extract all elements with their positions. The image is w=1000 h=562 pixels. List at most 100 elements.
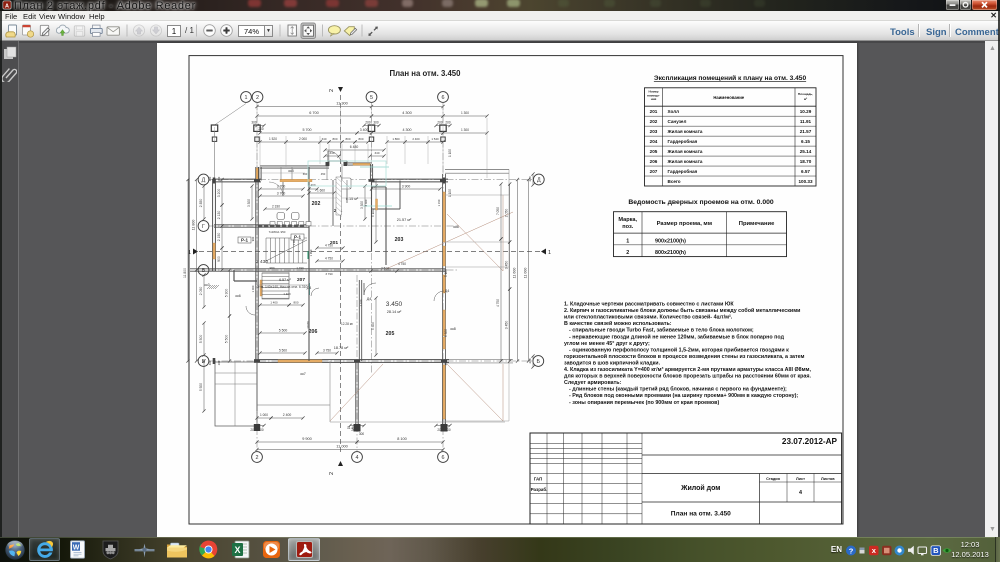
svg-text:2: 2 xyxy=(329,472,335,475)
svg-text:2: 2 xyxy=(626,250,629,256)
svg-text:12.28 м²: 12.28 м² xyxy=(341,322,353,326)
svg-text:200: 200 xyxy=(217,360,221,365)
svg-text:4 750: 4 750 xyxy=(325,244,333,248)
svg-text:2 150: 2 150 xyxy=(217,233,221,242)
svg-text:5 300: 5 300 xyxy=(444,329,448,337)
svg-text:202: 202 xyxy=(312,201,321,207)
svg-text:ок7: ок7 xyxy=(300,372,306,376)
svg-text:2: 2 xyxy=(256,455,259,461)
svg-text:2: 2 xyxy=(256,95,259,101)
svg-text:9 900: 9 900 xyxy=(302,437,312,441)
svg-text:207: 207 xyxy=(297,277,305,283)
svg-text:3 700: 3 700 xyxy=(277,185,286,189)
svg-text:200: 200 xyxy=(365,121,371,125)
svg-text:1 000: 1 000 xyxy=(260,413,268,417)
svg-text:2 510: 2 510 xyxy=(381,267,389,271)
svg-text:2 400: 2 400 xyxy=(283,413,292,417)
svg-text:3 900: 3 900 xyxy=(402,185,411,189)
svg-text:3 700: 3 700 xyxy=(277,192,286,196)
svg-text:Следует армировать:: Следует армировать: xyxy=(564,380,622,386)
svg-text:1: 1 xyxy=(245,95,248,101)
svg-text:450: 450 xyxy=(321,172,326,176)
svg-text:4 750: 4 750 xyxy=(325,257,333,261)
svg-text:Жилой дом: Жилой дом xyxy=(680,484,720,492)
svg-text:1 000: 1 000 xyxy=(292,238,296,245)
svg-text:5 700: 5 700 xyxy=(302,128,311,132)
svg-text:2: 2 xyxy=(329,89,335,92)
svg-text:4: 4 xyxy=(356,455,359,461)
svg-text:Стадия: Стадия xyxy=(766,477,780,481)
svg-text:План на отм. 3.450: План на отм. 3.450 xyxy=(390,69,462,78)
svg-text:Гардеробная: Гардеробная xyxy=(668,138,698,144)
svg-text:205: 205 xyxy=(650,149,658,154)
svg-text:2 400: 2 400 xyxy=(412,137,420,141)
svg-text:- длинные стены (каждый третий: - длинные стены (каждый третий ряд блоко… xyxy=(569,386,787,393)
svg-text:Экспликация помещений к плану: Экспликация помещений к плану на отм. 3.… xyxy=(654,74,807,82)
svg-text:8 100: 8 100 xyxy=(397,437,407,441)
svg-text:10.29: 10.29 xyxy=(800,109,812,114)
svg-text:4 300: 4 300 xyxy=(402,128,411,132)
svg-text:5 100: 5 100 xyxy=(444,269,448,277)
svg-text:2 100: 2 100 xyxy=(359,299,363,306)
svg-text:ния: ния xyxy=(651,97,657,101)
svg-text:3.450: 3.450 xyxy=(386,301,403,308)
svg-text:300: 300 xyxy=(251,121,257,125)
svg-text:7х280х1 950: 7х280х1 950 xyxy=(269,230,286,234)
svg-text:6: 6 xyxy=(442,95,445,101)
svg-text:1 520: 1 520 xyxy=(269,137,277,141)
svg-text:200: 200 xyxy=(445,121,451,125)
svg-text:Санузел: Санузел xyxy=(668,119,687,124)
svg-text:ок6: ок6 xyxy=(235,294,241,298)
svg-text:Размер проема, мм: Размер проема, мм xyxy=(657,221,712,227)
svg-text:Б: Б xyxy=(537,359,541,365)
svg-text:10.80: 10.80 xyxy=(306,321,310,329)
svg-text:4. Кладка из газосиликата Y=40: 4. Кладка из газосиликата Y=400 кг/м³ ар… xyxy=(564,367,812,373)
svg-text:1 150: 1 150 xyxy=(437,199,441,206)
svg-text:1 790: 1 790 xyxy=(296,266,304,270)
svg-text:7 050: 7 050 xyxy=(496,207,500,215)
svg-text:5 500: 5 500 xyxy=(279,349,287,353)
svg-text:Жилая комната: Жилая комната xyxy=(667,129,703,134)
svg-text:5: 5 xyxy=(370,95,373,101)
svg-text:ок5: ок5 xyxy=(288,169,294,173)
svg-text:2. Кирпич и газосиликатные бло: 2. Кирпич и газосиликатные блоки должны … xyxy=(564,307,800,314)
svg-text:для которых в верхней поверхно: для которых в верхней поверхности блоков… xyxy=(564,373,812,380)
svg-text:6.57: 6.57 xyxy=(801,169,810,174)
svg-text:5 500: 5 500 xyxy=(199,335,203,344)
svg-text:2 330: 2 330 xyxy=(272,205,280,209)
svg-text:200: 200 xyxy=(437,121,443,125)
svg-text:2 050: 2 050 xyxy=(199,287,203,296)
svg-text:ок3: ок3 xyxy=(204,283,209,287)
svg-text:206: 206 xyxy=(309,329,318,335)
svg-text:X: X xyxy=(234,545,240,555)
svg-text:11 800: 11 800 xyxy=(192,220,196,231)
svg-text:1: 1 xyxy=(626,239,629,245)
svg-text:300: 300 xyxy=(373,121,379,125)
svg-text:1 400: 1 400 xyxy=(283,292,291,296)
svg-text:3 790: 3 790 xyxy=(325,272,333,276)
svg-text:18.78 м²: 18.78 м² xyxy=(334,345,349,350)
svg-text:207: 207 xyxy=(650,169,658,174)
svg-text:A: A xyxy=(5,3,9,9)
svg-text:5 500: 5 500 xyxy=(199,383,203,391)
svg-text:200: 200 xyxy=(258,127,264,131)
svg-text:3 450: 3 450 xyxy=(505,261,509,270)
svg-text:Г: Г xyxy=(202,224,205,230)
svg-text:800: 800 xyxy=(346,137,351,141)
svg-text:4 750: 4 750 xyxy=(398,262,406,266)
svg-text:Примечание: Примечание xyxy=(739,221,775,227)
svg-text:Холл: Холл xyxy=(668,109,680,114)
svg-text:300: 300 xyxy=(208,360,212,365)
svg-text:Д: Д xyxy=(202,178,206,184)
svg-text:2 130: 2 130 xyxy=(217,211,221,220)
svg-text:- спиральные гвозди Turbo Fast: - спиральные гвозди Turbo Fast, забиваем… xyxy=(569,327,754,334)
svg-text:100.33: 100.33 xyxy=(798,179,812,184)
svg-text:1 300: 1 300 xyxy=(461,111,469,115)
svg-text:2 850: 2 850 xyxy=(199,199,203,208)
svg-text:1 400: 1 400 xyxy=(270,301,278,305)
svg-text:340: 340 xyxy=(322,137,327,141)
svg-text:5 300: 5 300 xyxy=(371,322,375,330)
svg-text:1 600: 1 600 xyxy=(317,189,325,193)
svg-text:2 050: 2 050 xyxy=(505,209,509,218)
svg-text:11 600: 11 600 xyxy=(513,268,517,279)
